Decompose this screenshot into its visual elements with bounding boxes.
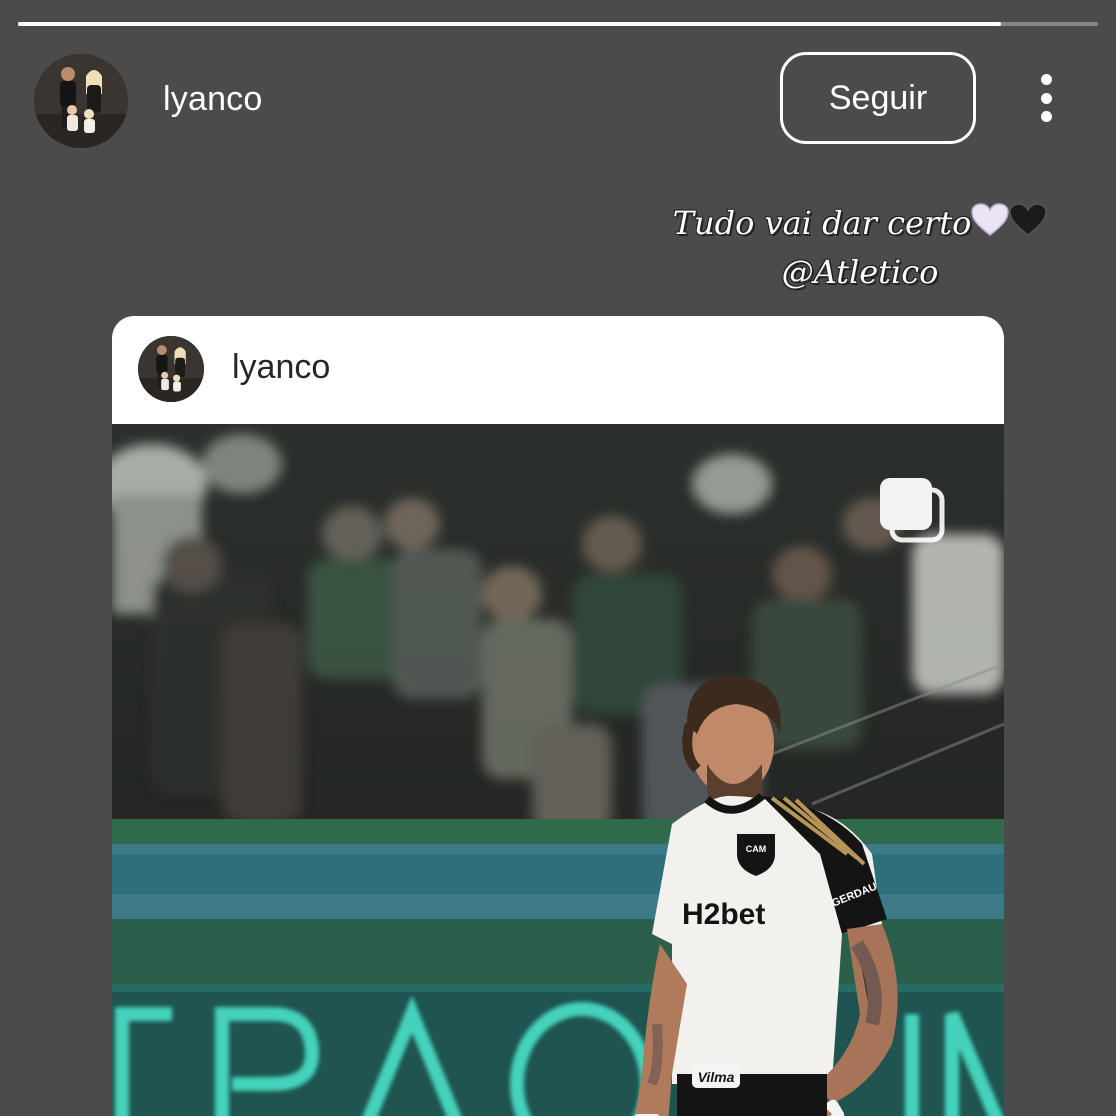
shared-post-card[interactable]: lyanco CAM H2bet GERDAU Vilma [112,316,1004,1116]
shorts-sponsor: Vilma [698,1069,735,1085]
story-progress-bar [18,22,1098,26]
svg-text:CAM: CAM [746,844,767,854]
jersey-sponsor: H2bet [682,898,765,931]
story-caption: Tudo vai dar certo @Atletico [640,200,1080,295]
story-viewer: lyanco Seguir Tudo vai dar certo @Atleti… [0,0,1116,1116]
profile-avatar[interactable] [34,54,128,148]
family-photo [34,54,128,148]
white-heart-icon [971,202,1010,249]
story-username[interactable]: lyanco [163,80,262,119]
family-photo [138,336,204,402]
post-avatar[interactable] [138,336,204,402]
caption-text: Tudo vai dar certo [672,204,972,242]
post-username[interactable]: lyanco [232,348,330,387]
carousel-icon [878,476,948,546]
post-header: lyanco [112,316,1004,424]
caption-mention[interactable]: @Atletico [640,249,1080,295]
follow-button[interactable]: Seguir [780,52,976,144]
post-photo-football-player: CAM H2bet GERDAU Vilma [112,424,1004,1116]
caption-line-1: Tudo vai dar certo [640,200,1080,249]
more-options-icon[interactable] [1026,70,1066,126]
story-progress-fill [18,22,1001,26]
black-heart-icon [1009,202,1048,249]
